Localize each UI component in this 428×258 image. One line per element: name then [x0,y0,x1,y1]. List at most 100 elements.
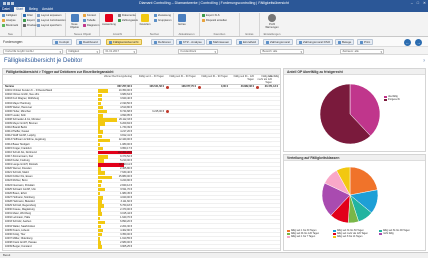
legend-label: fristgerecht [388,98,400,101]
kontext-button[interactable]: Kontext [83,14,96,18]
analyse-button[interactable]: Analyse [2,19,16,23]
legend-entry: fristgerecht [384,98,400,101]
gruppieren-button[interactable]: Gruppieren [154,19,171,23]
layout-icon [37,14,40,17]
pie-chart-icon [83,24,86,27]
dso-icon [298,41,302,44]
zuweisung-button[interactable]: Zuweisung [154,14,171,18]
dispositi-button[interactable]: Dispositi erstellen [202,19,227,23]
due-classes-panel: Verteilung auf Fälligkeitsklassen fällig… [283,154,426,251]
legend-entry: fällig seit 1 bis 7 Tagen [287,235,333,238]
ribbon-group-favoriten: Export XLS Dispositi erstellen Favoriten [200,13,240,36]
date-filter[interactable]: 01.01.2017 [103,48,137,54]
field-icon [238,41,242,44]
export-button[interactable]: Export [23,19,35,23]
nav-mahnwesen[interactable]: Mahnwesen [206,39,233,45]
nav-belege[interactable]: Belege [335,39,355,45]
report-icon [105,14,113,22]
ribbon-group-extras: Extras [240,13,260,36]
nav-zahlungsmoral[interactable]: Zahlungsmoral [263,39,293,45]
favoriten-button[interactable]: Favoriten [138,14,152,26]
legend-entry: nicht fällig [379,232,425,235]
nav-print[interactable]: Print [357,39,374,45]
nav-faelligkeitsuebersicht[interactable]: Fälligkeitsübersicht [106,39,142,45]
area-filter[interactable]: Bereich: alle [260,48,304,54]
ribbon-group-aktualisieren: Extras Aktualisieren [174,13,200,36]
chart-column: Anteil OP überfällig zu fristgerecht übe… [283,68,426,251]
overdue-share-pie[interactable] [284,76,425,152]
diagramm-button[interactable]: Diagramm [83,24,99,28]
due-classes-pie[interactable] [284,162,425,228]
profil-warnungen-button[interactable]: Profil Warnungen [263,14,281,29]
payment-icon [118,19,121,22]
due-filter[interactable]: Fälligkeit [66,48,100,54]
dokumente-button[interactable]: Dokumente [118,14,136,18]
help-link[interactable]: ? [423,59,425,63]
nav-debitoren[interactable]: Debitoren [151,39,175,45]
printer-icon [23,24,26,27]
page-title: Fälligkeitsübersicht je Debitor [4,58,83,64]
bookmark-button[interactable]: Bookmark [2,24,18,28]
grid-column-header[interactable]: Fällig seit 31 - 60 Tagen [166,75,197,79]
chart1-title: Anteil OP überfällig zu fristgerecht [284,69,425,75]
period-filter[interactable]: Zeitraum: alle [340,48,384,54]
grid-column-header[interactable]: offener Rechnungsbetrag [92,75,132,79]
customer-block-filter[interactable]: Kundenblock [178,48,218,54]
nav-zahlungsmoral-dso[interactable]: Zahlungsmoral DSO [296,39,334,45]
zahlungsavis-button[interactable]: Zahlungsavis [118,19,138,23]
printer-icon [359,41,363,44]
ribbon-group-suchen: Favoriten Zuweisung Gruppieren Suchen [136,13,174,36]
grid-column-header[interactable]: Fällig seit 91 - 120 Tagen [230,75,254,82]
payment-icon [265,41,269,44]
layout-save-button[interactable]: Layout speichern [37,24,61,28]
ribbon-group-ansicht: Auswertung Dokumente Zahlungsavis Ansich… [100,13,138,36]
faelligkeit-button[interactable]: Fälligkeit [2,14,17,18]
filter-button[interactable]: Filter [23,14,33,18]
filter-icon [23,14,26,17]
ribbon-group-neu: Fälligkeit Analyse Bookmark Neu [0,13,22,36]
clock-icon [2,14,5,17]
nav-einzelfeld[interactable]: Einzelfeld [236,39,260,45]
grid-column-header[interactable]: Überfällig [265,75,279,79]
amount-cell: 3.905,25 € [120,245,132,248]
due-overview-panel: Fälligkeitsübersicht > Trigger auf Debit… [2,68,281,251]
debtor-name: 10039 Berger, Konstanz [5,245,32,248]
group-icon [154,19,157,22]
legend-label: fällig seit 1 bis 7 Tagen [291,235,316,238]
due-grid[interactable]: offener Rechnungsbetrag Fällig seit 1 - 3… [3,75,280,250]
layout-reset-button[interactable]: Layout zurücksetzen [37,19,66,23]
back-arrow-icon[interactable]: ← [404,38,411,46]
chart-icon [2,19,5,22]
overdue-share-panel: Anteil OP überfällig zu fristgerecht übe… [283,68,426,152]
nav-ktz-analyse[interactable]: KTZ - Analyse [176,39,205,45]
ribbon-group-einstellungen: Profil Warnungen Einstellungen [260,13,284,36]
print-button[interactable]: Drucken [23,24,37,28]
cockpit-icon [54,41,58,44]
company-filter[interactable]: Forta DE Guyfitr GmbH [3,48,63,54]
legend-swatch [384,98,387,101]
table-row[interactable]: 10039 Berger, Konstanz 3.905,25 € [3,245,280,250]
chart2-legend: fällig seit 1 bis 30 Tagen fällig seit 31… [287,229,425,238]
navbar-label: Forderungen [3,40,23,44]
context-icon [83,14,86,17]
layout-adjust-button[interactable]: Layout anpassen [37,14,61,18]
receipt-icon [337,41,341,44]
neue-objekte-button[interactable]: Neue Objekte [68,14,81,29]
reset-icon [37,19,40,22]
tabelle-button[interactable]: Tabelle [83,19,96,23]
nav-cockpit[interactable]: Cockpit [52,39,73,45]
analysis-icon [178,41,182,44]
module-navbar: Forderungen Cockpit Dashboard Fälligkeit… [0,37,428,47]
grid-column-header[interactable]: Fällig seit 61 - 90 Tagen [198,75,229,79]
extras-button[interactable]: Extras [176,14,188,26]
ribbon-group-filter: Filter Export Drucken [22,13,37,36]
grid-column-header[interactable]: Fällig seit 1 - 30 Tagen [134,75,164,79]
auswertung-button[interactable]: Auswertung [102,14,116,26]
forward-arrow-icon[interactable]: → [415,38,422,46]
people-icon [153,41,157,44]
overdue-indicator-icon [279,85,280,89]
profile-icon [268,14,276,22]
overdue-indicator-icon [255,85,259,89]
export-xls-button[interactable]: Export XLS [202,14,220,18]
nav-dashboard[interactable]: Dashboard [76,39,101,45]
